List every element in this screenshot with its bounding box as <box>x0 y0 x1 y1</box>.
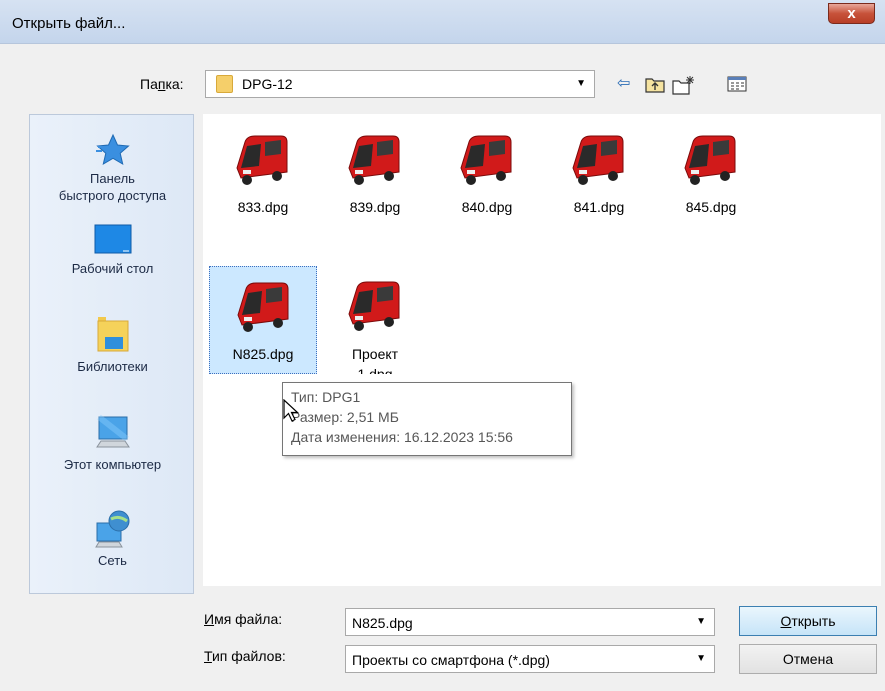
tooltip-type: Тип: DPG1 <box>291 389 361 405</box>
dpg-file-icon <box>460 135 512 185</box>
chevron-down-icon[interactable]: ▼ <box>696 653 706 664</box>
file-name: 841.dpg <box>573 199 625 215</box>
dpg-file-icon <box>236 135 288 185</box>
file-item[interactable]: 841.dpg <box>545 120 653 228</box>
desktop-icon <box>94 224 131 254</box>
place-quick-access[interactable]: Панель быстрого доступа <box>30 133 195 204</box>
close-button[interactable]: x <box>828 3 875 24</box>
file-name: 839.dpg <box>349 199 401 215</box>
folder-combo[interactable]: DPG-12 ▼ <box>205 70 595 98</box>
up-folder-icon[interactable] <box>645 75 665 98</box>
file-name-line: 1.dpg <box>357 366 393 374</box>
cancel-button[interactable]: Отмена <box>739 644 877 674</box>
mouse-cursor-icon <box>283 399 300 422</box>
dialog-body: Папка: DPG-12 ▼ ⇦ Панель быстрого доступ… <box>0 44 885 691</box>
dpg-file-icon <box>348 281 400 331</box>
place-label: Рабочий стол <box>71 261 154 276</box>
filename-field[interactable]: N825.dpg ▼ <box>345 608 715 636</box>
libraries-icon <box>97 317 128 352</box>
place-desktop[interactable]: Рабочий стол <box>30 223 195 277</box>
filename-value: N825.dpg <box>352 615 413 631</box>
file-item[interactable]: 833.dpg <box>209 120 317 228</box>
window-title: Открыть файл... <box>12 15 126 32</box>
chevron-down-icon: ▼ <box>576 78 586 89</box>
file-item[interactable]: 845.dpg <box>657 120 765 228</box>
title-bar[interactable]: Открыть файл... x <box>0 0 885 44</box>
open-file-dialog: Открыть файл... x Папка: DPG-12 ▼ ⇦ Пане… <box>0 0 885 691</box>
filename-label-rest: мя файла: <box>214 611 283 627</box>
place-label: быстрого доступа <box>58 188 167 203</box>
file-name: 840.dpg <box>461 199 513 215</box>
view-menu-icon[interactable] <box>727 75 747 98</box>
file-list-view[interactable]: 833.dpg 839.dpg 840.dpg 841.dpg 845.dpg … <box>203 114 881 586</box>
folder-label: Папка: <box>140 76 184 92</box>
places-bar: Панель быстрого доступа Рабочий стол Биб… <box>29 114 194 594</box>
place-libraries[interactable]: Библиотеки <box>30 315 195 375</box>
filetype-value: Проекты со смартфона (*.dpg) <box>352 652 550 668</box>
place-label: Этот компьютер <box>63 457 162 472</box>
open-label-mnemonic: О <box>780 613 792 629</box>
folder-label-part: Па <box>140 76 158 92</box>
filename-label-mnemonic: И <box>204 611 215 627</box>
new-folder-icon[interactable] <box>672 75 696 100</box>
open-label-rest: ткрыть <box>791 613 836 629</box>
dpg-file-icon <box>237 282 289 332</box>
file-item[interactable]: Проект 1.dpg <box>321 266 429 374</box>
place-network[interactable]: Сеть <box>30 509 195 569</box>
dpg-file-icon <box>572 135 624 185</box>
filename-label: Имя файла: <box>204 611 282 627</box>
chevron-down-icon[interactable]: ▼ <box>696 616 706 627</box>
close-icon: x <box>847 5 856 22</box>
folder-label-part: ка: <box>165 76 184 92</box>
place-label: Сеть <box>98 553 127 568</box>
current-folder: DPG-12 <box>242 76 293 92</box>
folder-icon <box>216 75 233 93</box>
file-name: Проект 1.dpg <box>321 344 429 374</box>
file-item[interactable]: 839.dpg <box>321 120 429 228</box>
open-button[interactable]: Открыть <box>739 606 877 636</box>
place-label: Библиотеки <box>77 359 148 374</box>
back-icon[interactable]: ⇦ <box>617 75 630 93</box>
file-info-tooltip: Тип: DPG1 Размер: 2,51 МБ Дата изменения… <box>282 382 572 456</box>
filetype-label-rest: ип файлов: <box>211 648 286 664</box>
file-item-selected[interactable]: N825.dpg <box>209 266 317 374</box>
file-name: N825.dpg <box>232 346 294 362</box>
tooltip-modified: Дата изменения: 16.12.2023 15:56 <box>291 429 513 445</box>
file-name-line: Проект <box>351 346 399 362</box>
dpg-file-icon <box>348 135 400 185</box>
file-item[interactable]: 840.dpg <box>433 120 541 228</box>
filetype-label: Тип файлов: <box>204 648 286 664</box>
file-name: 833.dpg <box>237 199 289 215</box>
filetype-select[interactable]: Проекты со смартфона (*.dpg) ▼ <box>345 645 715 673</box>
place-this-pc[interactable]: Этот компьютер <box>30 413 195 473</box>
star-icon <box>95 133 130 166</box>
tooltip-size: Размер: 2,51 МБ <box>291 409 399 425</box>
place-label: Панель <box>90 171 135 186</box>
computer-icon <box>95 414 130 448</box>
file-name: 845.dpg <box>685 199 737 215</box>
filetype-label-mnemonic: Т <box>204 648 212 664</box>
dpg-file-icon <box>684 135 736 185</box>
network-icon <box>94 510 129 548</box>
